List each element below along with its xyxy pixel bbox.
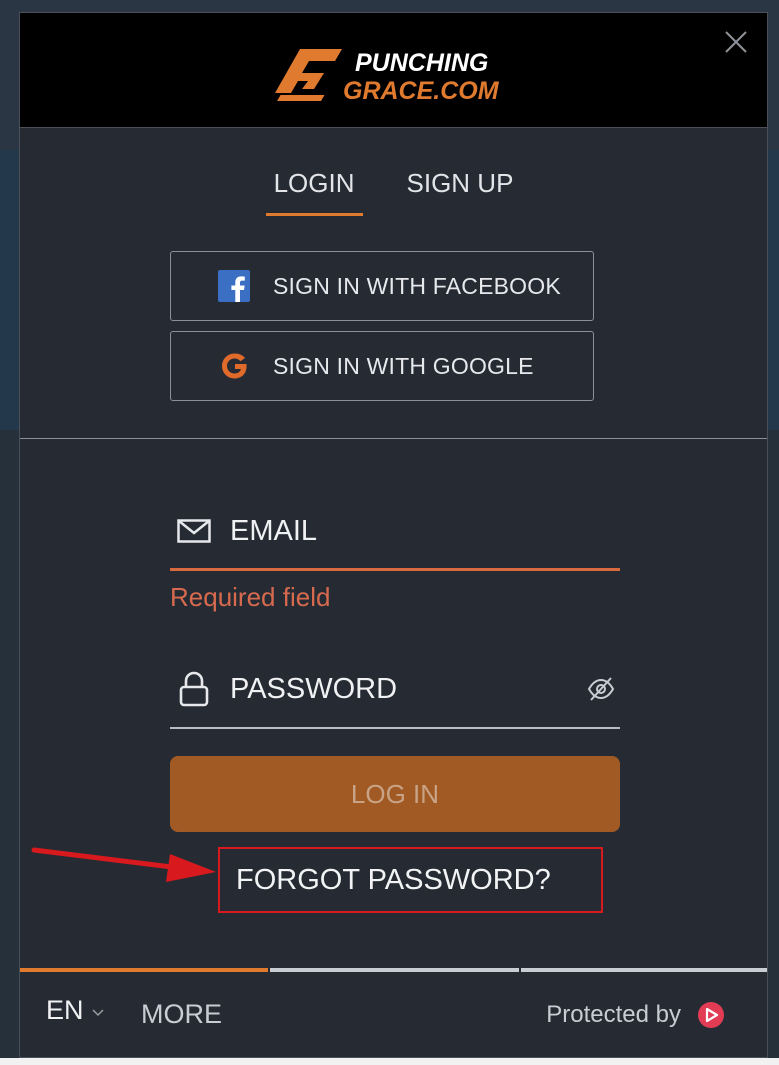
language-selector[interactable]: EN	[46, 995, 104, 1026]
punching-grace-logo: PUNCHING GRACE.COM	[275, 49, 500, 103]
section-divider	[20, 438, 767, 439]
progress-segment-2	[270, 968, 519, 972]
tab-sign-up[interactable]: SIGN UP	[399, 168, 522, 216]
email-error-message: Required field	[170, 582, 331, 612]
login-button[interactable]: LOG IN	[170, 756, 620, 832]
protected-by-label: Protected by	[546, 1001, 681, 1028]
tab-login[interactable]: LOGIN	[265, 168, 363, 216]
red-arrow-annotation	[31, 847, 216, 882]
play-shield-icon	[698, 1002, 724, 1028]
forgot-password-highlight-box: FORGOT PASSWORD?	[218, 847, 603, 913]
password-input[interactable]	[230, 672, 560, 706]
forgot-password-link[interactable]: FORGOT PASSWORD?	[236, 864, 551, 897]
chevron-down-icon	[91, 1008, 104, 1016]
progress-segment-1	[20, 968, 269, 972]
password-field	[170, 661, 620, 729]
eye-slash-icon[interactable]	[586, 675, 616, 703]
google-icon	[217, 349, 251, 383]
facebook-button-label: SIGN IN WITH FACEBOOK	[273, 272, 561, 299]
background-page-bottom	[0, 1058, 779, 1065]
email-underline	[170, 568, 620, 571]
login-modal: PUNCHING GRACE.COM LOGIN SIGN UP SIGN IN…	[19, 12, 768, 1058]
google-button-label: SIGN IN WITH GOOGLE	[273, 352, 534, 379]
facebook-icon	[217, 269, 251, 303]
envelope-icon	[174, 514, 214, 548]
logo-text-line1: PUNCHING	[355, 49, 488, 77]
sign-in-facebook-button[interactable]: SIGN IN WITH FACEBOOK	[170, 251, 594, 321]
language-code: EN	[46, 995, 84, 1025]
sign-in-google-button[interactable]: SIGN IN WITH GOOGLE	[170, 331, 594, 401]
protected-by: Protected by	[546, 1001, 725, 1029]
close-icon[interactable]	[723, 29, 749, 55]
tab-progress-bar	[20, 968, 767, 972]
modal-header: PUNCHING GRACE.COM	[20, 13, 767, 128]
password-underline	[170, 727, 620, 729]
modal-footer: EN MORE Protected by	[20, 973, 767, 1057]
auth-tabs: LOGIN SIGN UP	[20, 168, 767, 216]
more-link[interactable]: MORE	[141, 999, 222, 1030]
email-input[interactable]	[230, 514, 560, 548]
email-field	[170, 503, 620, 571]
lock-icon	[174, 671, 214, 707]
logo-text-line2: GRACE.COM	[343, 77, 500, 103]
progress-segment-3	[520, 968, 767, 972]
